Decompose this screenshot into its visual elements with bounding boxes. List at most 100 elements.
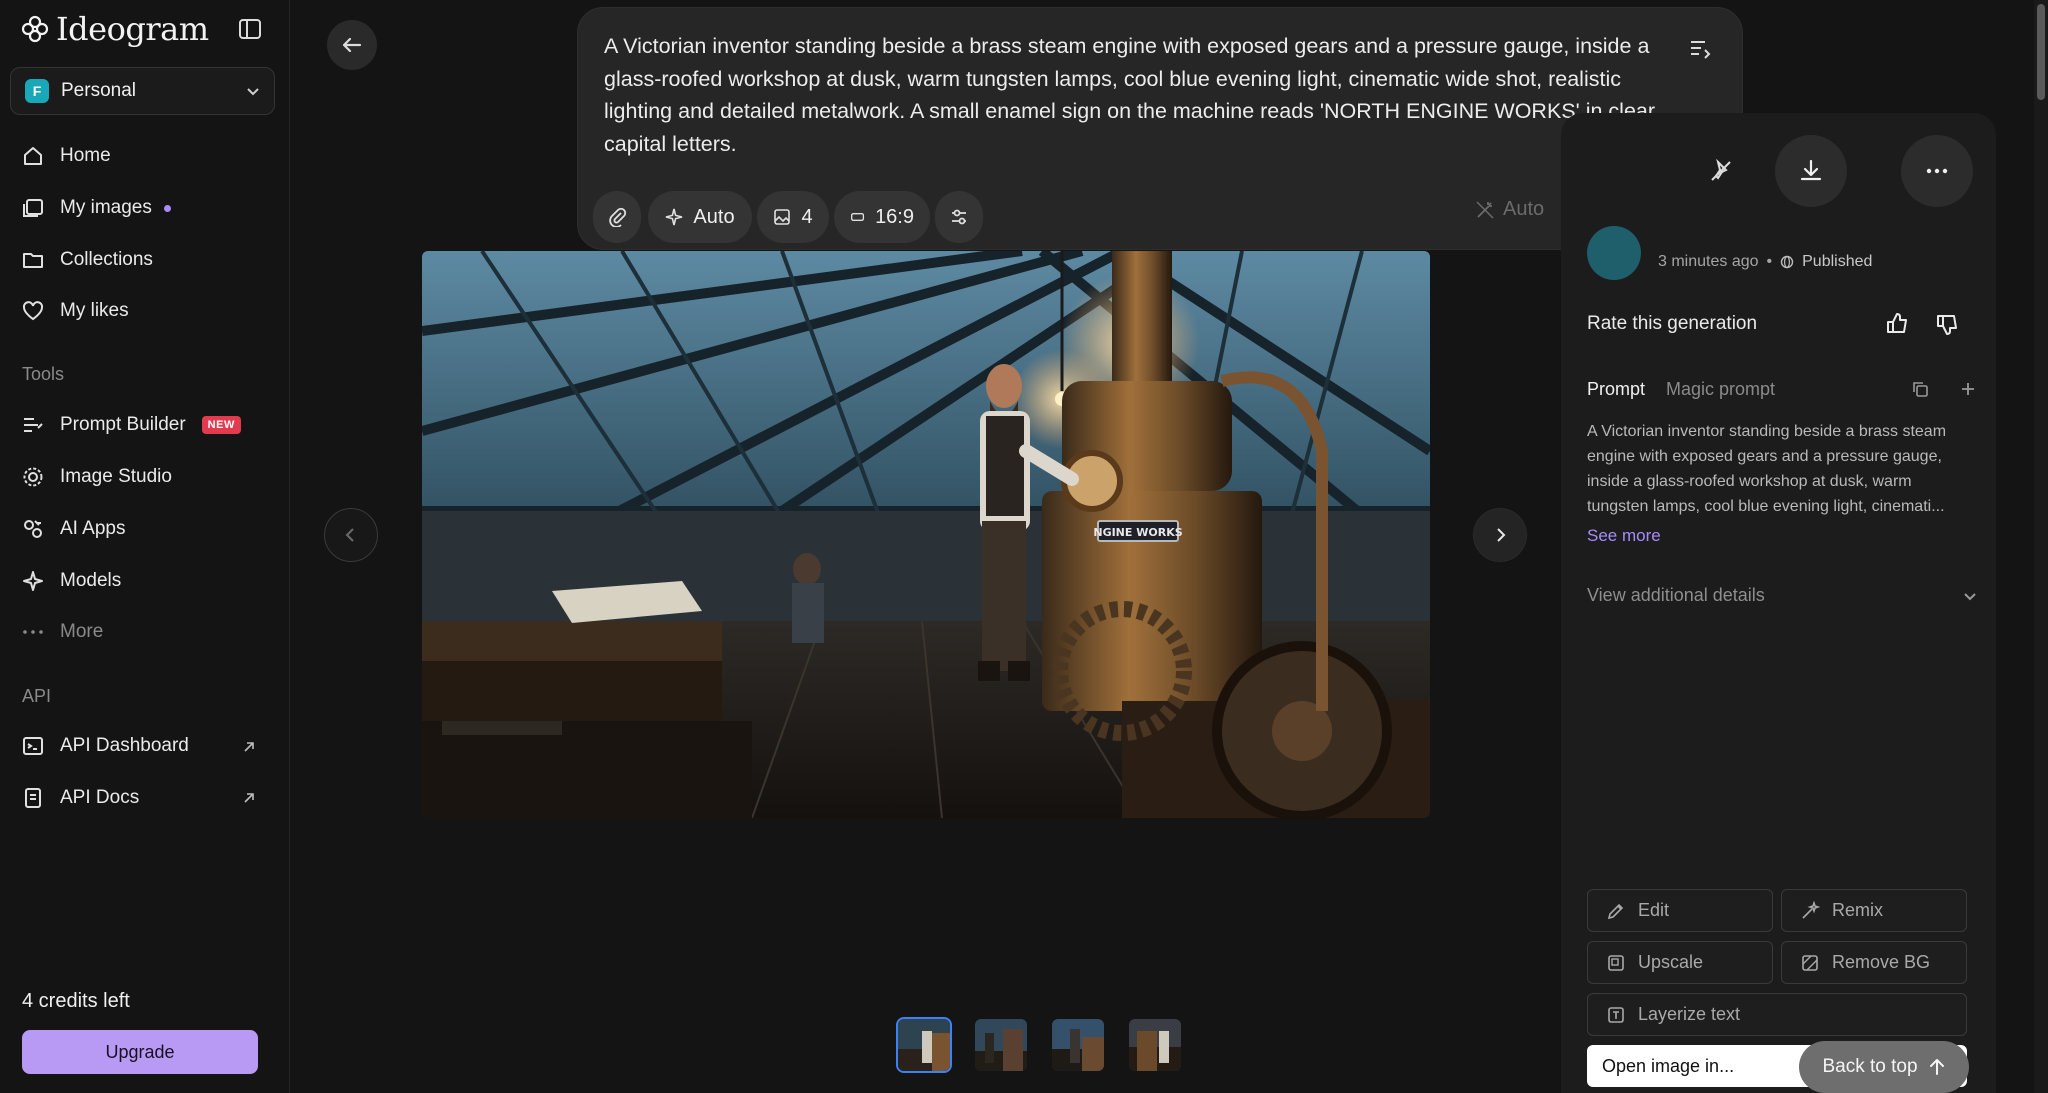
sidebar-item-models[interactable]: Models (22, 561, 121, 601)
sidebar-item-prompt-builder[interactable]: Prompt Builder NEW (22, 405, 241, 445)
image-count: 4 (801, 205, 813, 228)
thumbnail-2[interactable] (973, 1017, 1029, 1073)
engine-sign-text: NGINE WORKS (1093, 526, 1182, 539)
creator-avatar[interactable] (1587, 226, 1641, 280)
remove-favorite-button[interactable] (1685, 135, 1757, 207)
ideogram-logo-icon (21, 15, 49, 43)
tab-magic-prompt[interactable]: Magic prompt (1666, 379, 1775, 400)
workspace-selector[interactable]: F Personal (10, 67, 275, 115)
aspect-ratio-selector[interactable]: 16:9 (834, 191, 930, 243)
sparkle-icon (22, 570, 44, 592)
back-button[interactable] (327, 20, 377, 70)
unread-dot (163, 204, 171, 212)
scrollbar-thumb[interactable] (2037, 4, 2045, 100)
aspect-ratio-icon (851, 212, 865, 222)
external-link-icon (244, 793, 254, 803)
prompt-text[interactable]: A Victorian inventor standing beside a b… (604, 30, 1674, 160)
paperclip-icon (609, 207, 627, 227)
remix-sparkle-icon (1802, 900, 1820, 919)
magic-wand-icon (1476, 200, 1494, 219)
sidebar-item-image-studio[interactable]: Image Studio (22, 457, 172, 497)
thumbnail-1[interactable] (896, 1017, 952, 1073)
chevron-right-icon (1497, 528, 1506, 542)
edit-icon (1607, 903, 1624, 919)
open-image-in-label: Open image in... (1602, 1055, 1735, 1076)
copy-icon[interactable] (1911, 380, 1929, 398)
sidebar-item-label: API Dashboard (60, 735, 189, 756)
sidebar-item-more[interactable]: More (22, 612, 103, 652)
images-icon (22, 197, 44, 219)
sidebar-item-api-docs[interactable]: API Docs (22, 778, 139, 818)
sidebar-item-label: Models (60, 570, 122, 591)
sidebar-item-label: API Docs (60, 787, 140, 808)
more-horizontal-icon (1926, 168, 1948, 174)
layerize-text-button[interactable]: Layerize text (1587, 993, 1967, 1036)
globe-icon (1780, 255, 1794, 269)
generation-meta: 3 minutes ago • Published (1658, 253, 1872, 271)
sliders-icon (952, 209, 966, 225)
arrow-up-icon (1929, 1059, 1944, 1075)
prompt-options-icon[interactable] (1688, 36, 1712, 60)
sidebar-item-label: My images (60, 197, 152, 218)
thumbnail-4[interactable] (1127, 1017, 1183, 1073)
rate-generation-label: Rate this generation (1587, 313, 1758, 334)
see-more-link[interactable]: See more (1587, 526, 1661, 546)
thumbs-up-icon[interactable] (1885, 311, 1911, 337)
edit-button[interactable]: Edit (1587, 889, 1773, 932)
upscale-icon (1608, 954, 1624, 971)
chevron-left-icon (345, 528, 354, 542)
sidebar-item-label: Prompt Builder (60, 414, 186, 435)
layerize-text-label: Layerize text (1638, 1004, 1741, 1024)
view-additional-details[interactable]: View additional details (1587, 585, 1977, 606)
previous-image-button[interactable] (324, 508, 378, 562)
image-count-selector[interactable]: 4 (757, 191, 829, 243)
details-panel: 3 minutes ago • Published Rate this gene… (1561, 113, 1996, 1093)
remix-button[interactable]: Remix (1781, 889, 1967, 932)
new-badge: NEW (201, 416, 241, 434)
sidebar-item-my-likes[interactable]: My likes (22, 291, 129, 331)
collapse-sidebar-icon[interactable] (238, 18, 262, 40)
sidebar-item-label: AI Apps (60, 518, 126, 539)
logo[interactable]: Ideogram (20, 10, 209, 48)
prompt-preview: A Victorian inventor standing beside a b… (1587, 423, 1947, 515)
visibility-status: Published (1802, 253, 1873, 270)
back-to-top-button[interactable]: Back to top (1799, 1041, 1969, 1093)
aspect-ratio-label: 16:9 (875, 205, 914, 228)
next-image-button[interactable] (1473, 508, 1527, 562)
settings-button[interactable] (935, 191, 983, 243)
sidebar-item-api-dashboard[interactable]: API Dashboard (22, 726, 189, 766)
download-button[interactable] (1775, 135, 1847, 207)
sidebar-item-my-images[interactable]: My images (22, 188, 171, 228)
plus-icon[interactable] (1959, 380, 1977, 398)
sidebar-item-label: More (60, 621, 104, 642)
additional-details-label: View additional details (1587, 585, 1765, 605)
edit-label: Edit (1638, 900, 1670, 920)
remove-bg-button[interactable]: Remove BG (1781, 941, 1967, 984)
workspace-avatar: F (25, 79, 49, 103)
download-icon (1800, 159, 1822, 181)
back-to-top-label: Back to top (1822, 1056, 1918, 1077)
workspace-name: Personal (61, 80, 136, 101)
thumbs-down-icon[interactable] (1935, 311, 1961, 337)
image-icon (774, 209, 791, 225)
page-scrollbar[interactable] (2034, 0, 2048, 1093)
upscale-button[interactable]: Upscale (1587, 941, 1773, 984)
magic-prompt-label: Auto (1503, 198, 1545, 220)
magic-prompt-toggle[interactable]: Auto (1475, 198, 1544, 221)
workshop-scene-image: NGINE WORKS (422, 251, 1430, 818)
mode-selector[interactable]: Auto (648, 191, 752, 243)
thumbnail-3[interactable] (1050, 1017, 1106, 1073)
chevron-down-icon (247, 88, 259, 96)
sidebar-item-collections[interactable]: Collections (22, 240, 153, 280)
docs-icon (22, 787, 44, 809)
tools-section-label: Tools (22, 364, 65, 384)
more-options-button[interactable] (1901, 135, 1973, 207)
time-ago: 3 minutes ago (1658, 253, 1759, 270)
tab-prompt[interactable]: Prompt (1587, 379, 1645, 400)
sidebar-item-home[interactable]: Home (22, 136, 111, 176)
attach-button[interactable] (593, 191, 641, 243)
upgrade-button[interactable]: Upgrade (22, 1030, 258, 1074)
folder-icon (22, 249, 44, 271)
sidebar-item-ai-apps[interactable]: AI Apps (22, 509, 126, 549)
generated-image[interactable]: NGINE WORKS (422, 251, 1430, 818)
